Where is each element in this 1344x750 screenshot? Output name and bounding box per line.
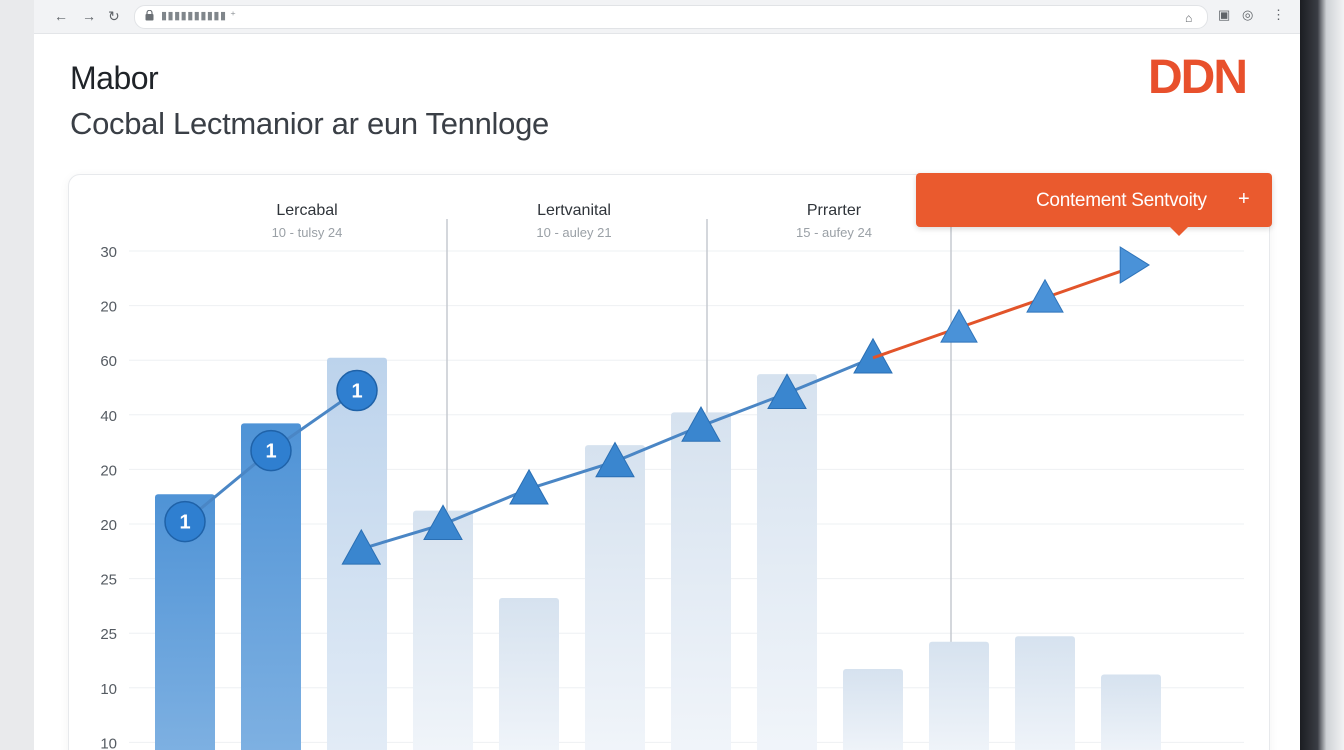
chart-card: 30 20 60 40 20 20 25 25 10 10 Lercabal 10 - tulsy 2… bbox=[68, 174, 1270, 750]
forward-icon[interactable]: → bbox=[82, 6, 96, 26]
bar bbox=[671, 412, 731, 750]
bookmark-icon[interactable]: ⌂ bbox=[1185, 11, 1192, 25]
y-tick-label: 30 bbox=[100, 244, 117, 261]
column-header-label: Lertvanital bbox=[537, 202, 611, 219]
triangle-marker bbox=[509, 468, 549, 505]
arrow-head-marker bbox=[1119, 246, 1150, 284]
bar bbox=[241, 423, 301, 750]
page-subtitle: Cocbal Lectmanior ar eun Tennloge bbox=[70, 106, 549, 141]
extensions-icon[interactable]: ▣ bbox=[1218, 7, 1230, 23]
triangle-marker bbox=[940, 308, 978, 343]
tooltip-content-sensitivity[interactable]: Contement Sentvoity + bbox=[916, 173, 1272, 227]
y-tick-label: 20 bbox=[100, 517, 117, 534]
circle-marker-label: 1 bbox=[265, 441, 276, 463]
device-bezel-right bbox=[1300, 0, 1344, 750]
column-header-label: Lercabal bbox=[276, 202, 337, 219]
bar bbox=[1101, 674, 1161, 750]
column-header-label: Prrarter bbox=[807, 202, 862, 219]
bar bbox=[585, 445, 645, 750]
chart-plot: 30 20 60 40 20 20 25 25 10 10 Lercabal 10 - tulsy 2… bbox=[100, 202, 1244, 750]
column-header-date: 15 - aufey 24 bbox=[796, 225, 872, 240]
back-icon[interactable]: ← bbox=[54, 6, 68, 26]
bar bbox=[929, 641, 989, 750]
bar bbox=[843, 669, 903, 750]
trend-line bbox=[872, 266, 1132, 360]
bar bbox=[757, 374, 817, 750]
menu-icon[interactable]: ⋮ bbox=[1272, 7, 1285, 23]
y-tick-label: 10 bbox=[100, 735, 117, 750]
circle-marker-label: 1 bbox=[351, 381, 362, 403]
address-text: ▮▮▮▮▮▮▮▮▮▮ ⁺ bbox=[161, 10, 237, 22]
triangle-marker bbox=[1026, 278, 1064, 313]
lock-icon bbox=[145, 10, 154, 21]
y-tick-label: 20 bbox=[100, 299, 117, 316]
y-tick-label: 60 bbox=[100, 353, 117, 370]
column-header-date: 10 - auley 21 bbox=[536, 225, 611, 240]
y-tick-label: 40 bbox=[100, 408, 117, 425]
y-tick-label: 10 bbox=[100, 681, 117, 698]
bar bbox=[1015, 636, 1075, 750]
y-tick-label: 20 bbox=[100, 462, 117, 479]
browser-screen: ← → ↻ ▮▮▮▮▮▮▮▮▮▮ ⁺ ⌂ ▣ ◎ ⋮ Mabor Cocbal … bbox=[34, 0, 1300, 750]
bar bbox=[413, 510, 473, 750]
page-title: Mabor bbox=[70, 60, 159, 96]
tooltip-pointer bbox=[1170, 227, 1188, 236]
profile-icon[interactable]: ◎ bbox=[1242, 7, 1253, 23]
browser-toolbar: ← → ↻ ▮▮▮▮▮▮▮▮▮▮ ⁺ ⌂ ▣ ◎ ⋮ bbox=[34, 0, 1300, 34]
tooltip-label: Contement Sentvoity bbox=[1036, 190, 1207, 211]
circle-marker-label: 1 bbox=[179, 512, 190, 534]
column-header-date: 10 - tulsy 24 bbox=[272, 225, 343, 240]
triangle-marker bbox=[853, 337, 893, 374]
reload-icon[interactable]: ↻ bbox=[108, 6, 120, 26]
device-bezel-left bbox=[0, 0, 34, 750]
tooltip-plus-icon[interactable]: + bbox=[1238, 188, 1250, 211]
y-tick-label: 25 bbox=[100, 572, 117, 589]
address-bar[interactable]: ▮▮▮▮▮▮▮▮▮▮ ⁺ ⌂ bbox=[134, 5, 1208, 29]
bar bbox=[499, 598, 559, 750]
brand-logo: DDN bbox=[1148, 51, 1248, 104]
y-tick-label: 25 bbox=[100, 626, 117, 643]
